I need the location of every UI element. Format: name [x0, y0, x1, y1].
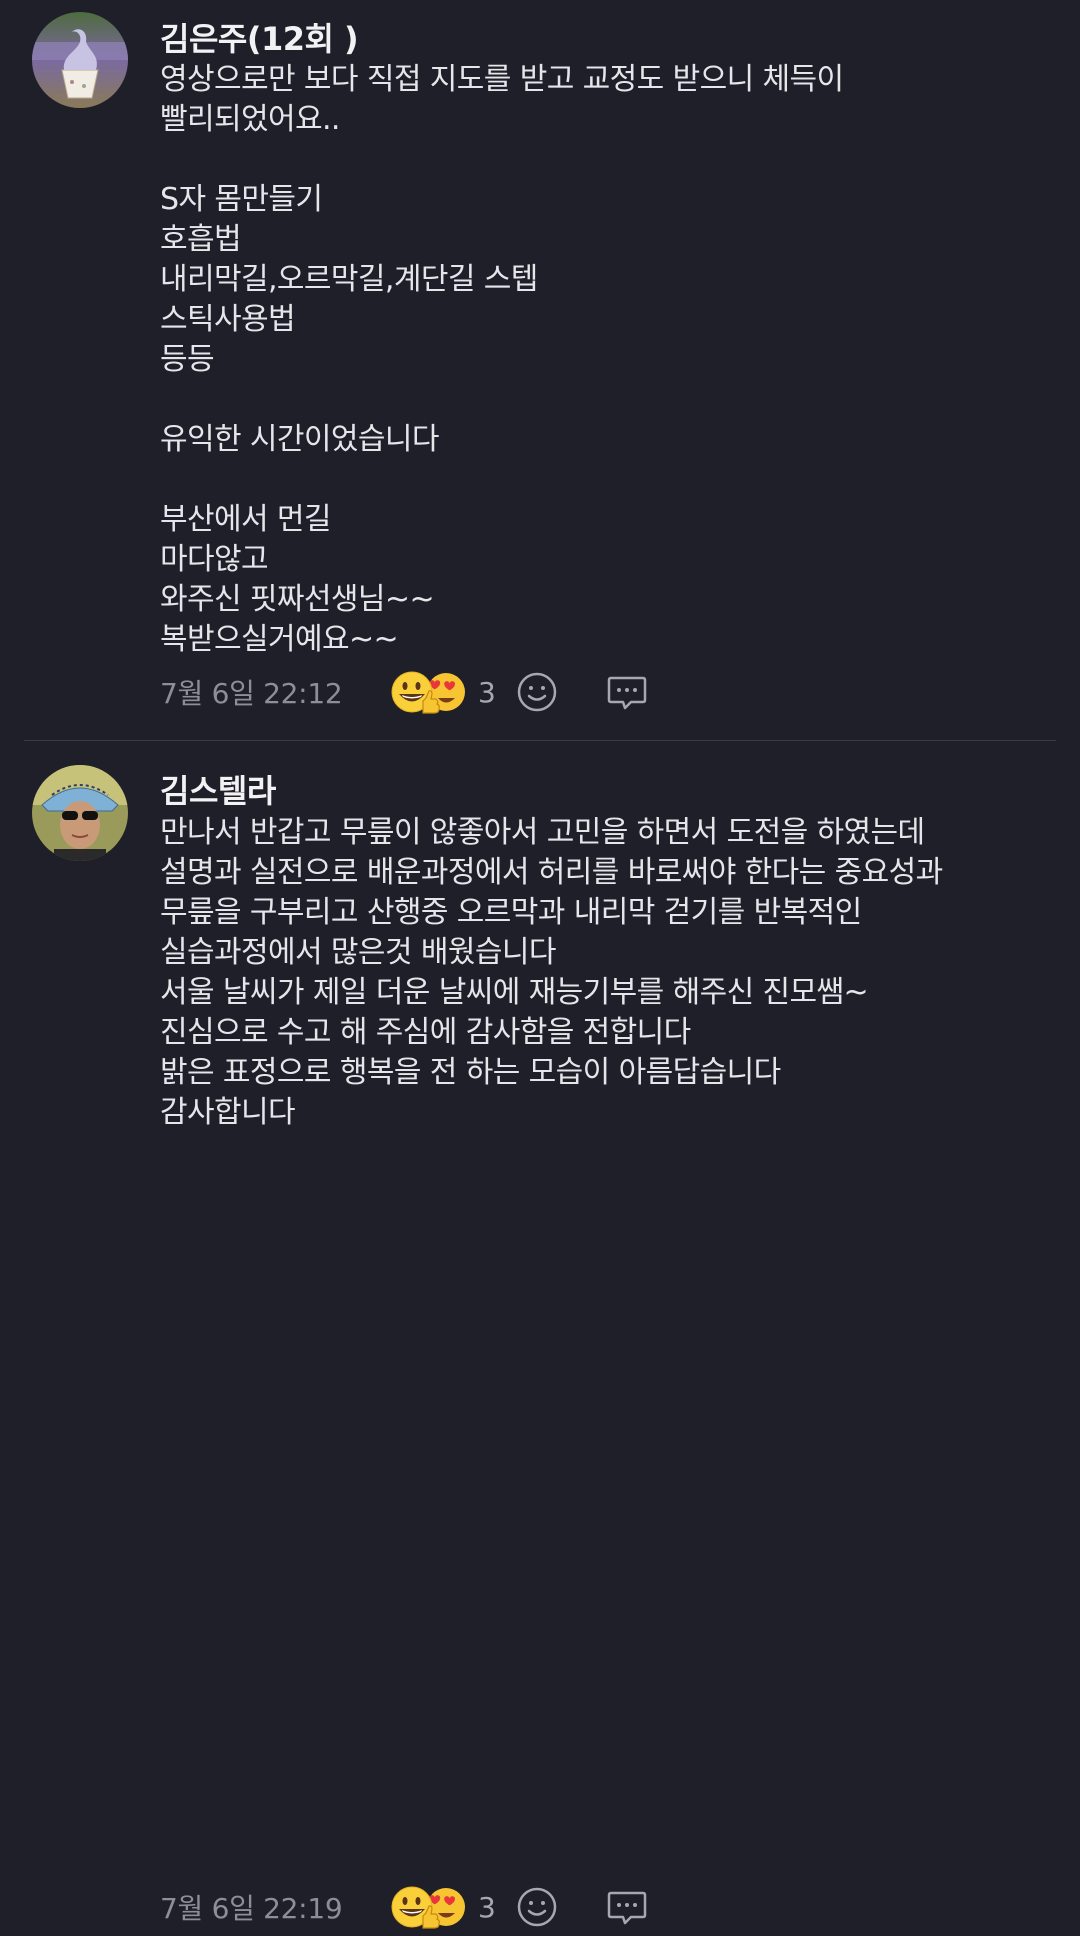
comment-line: 유익한 시간이었습니다 [160, 422, 440, 457]
comment-line: 내리막길,오르막길,계단길 스텝 [160, 262, 538, 297]
comment-line: 부산에서 먼길 [160, 502, 332, 537]
comment-line: 복받으실거예요~~ [160, 622, 399, 657]
comment-timestamp: 7월 6일 22:19 [160, 1892, 343, 1925]
comment-line: 실습과정에서 많은것 배웠습니다 [160, 935, 556, 970]
comment-meta: 7월 6일 22:19 3 [160, 1882, 650, 1932]
comment-line: 서울 날씨가 제일 더운 날씨에 재능기부를 해주신 진모쌤~ [160, 975, 869, 1010]
comment-line: 스틱사용법 [160, 302, 296, 337]
comment-line: 설명과 실전으로 배운과정에서 허리를 바로써야 한다는 중요성과 [160, 855, 943, 890]
comment-line: 호흡법 [160, 222, 242, 257]
comment-line [160, 140, 1060, 180]
comment-line: 감사합니다 [160, 1095, 296, 1130]
comment-line: 영상으로만 보다 직접 지도를 받고 교정도 받으니 체득이 [160, 62, 844, 97]
add-reaction-icon[interactable] [514, 1884, 560, 1930]
comment-line: 마다않고 [160, 542, 269, 577]
comment-line [160, 380, 1060, 420]
comment-author[interactable]: 김스텔라 [160, 766, 276, 812]
add-reaction-icon[interactable] [514, 669, 560, 715]
comment-line: 밝은 표정으로 행복을 전 하는 모습이 아름답습니다 [160, 1055, 781, 1090]
comment-timestamp: 7월 6일 22:12 [160, 677, 343, 710]
comment-line: 무릎을 구부리고 산행중 오르막과 내리막 걷기를 반복적인 [160, 895, 862, 930]
reply-icon[interactable] [604, 669, 650, 715]
comment-line: 만나서 반갑고 무릎이 않좋아서 고민을 하면서 도전을 하였는데 [160, 815, 925, 850]
comment-divider [24, 740, 1056, 741]
comment-text: 만나서 반갑고 무릎이 않좋아서 고민을 하면서 도전을 하였는데 설명과 실전… [160, 813, 1060, 1133]
comment-line: 빨리되었어요.. [160, 102, 340, 137]
reaction-summary[interactable]: 3 [390, 1882, 514, 1932]
comment-line: S자 몸만들기 [160, 182, 323, 217]
comment-line: 와주신 핏짜선생님~~ [160, 582, 435, 617]
reaction-count: 3 [478, 675, 496, 709]
avatar[interactable] [32, 12, 128, 108]
comment-line [160, 460, 1060, 500]
comment-meta: 7월 6일 22:12 3 [160, 667, 650, 717]
comment-text: 영상으로만 보다 직접 지도를 받고 교정도 받으니 체득이 빨리되었어요.. … [160, 60, 1060, 660]
reaction-emojis [390, 1882, 470, 1932]
reaction-count: 3 [478, 1890, 496, 1924]
reply-icon[interactable] [604, 1884, 650, 1930]
comment-author[interactable]: 김은주(12회 ) [160, 14, 359, 60]
reaction-summary[interactable]: 3 [390, 667, 514, 717]
comment-line: 등등 [160, 342, 215, 377]
comment-line: 진심으로 수고 해 주심에 감사함을 전합니다 [160, 1015, 691, 1050]
reaction-emojis [390, 667, 470, 717]
avatar[interactable] [32, 765, 128, 861]
